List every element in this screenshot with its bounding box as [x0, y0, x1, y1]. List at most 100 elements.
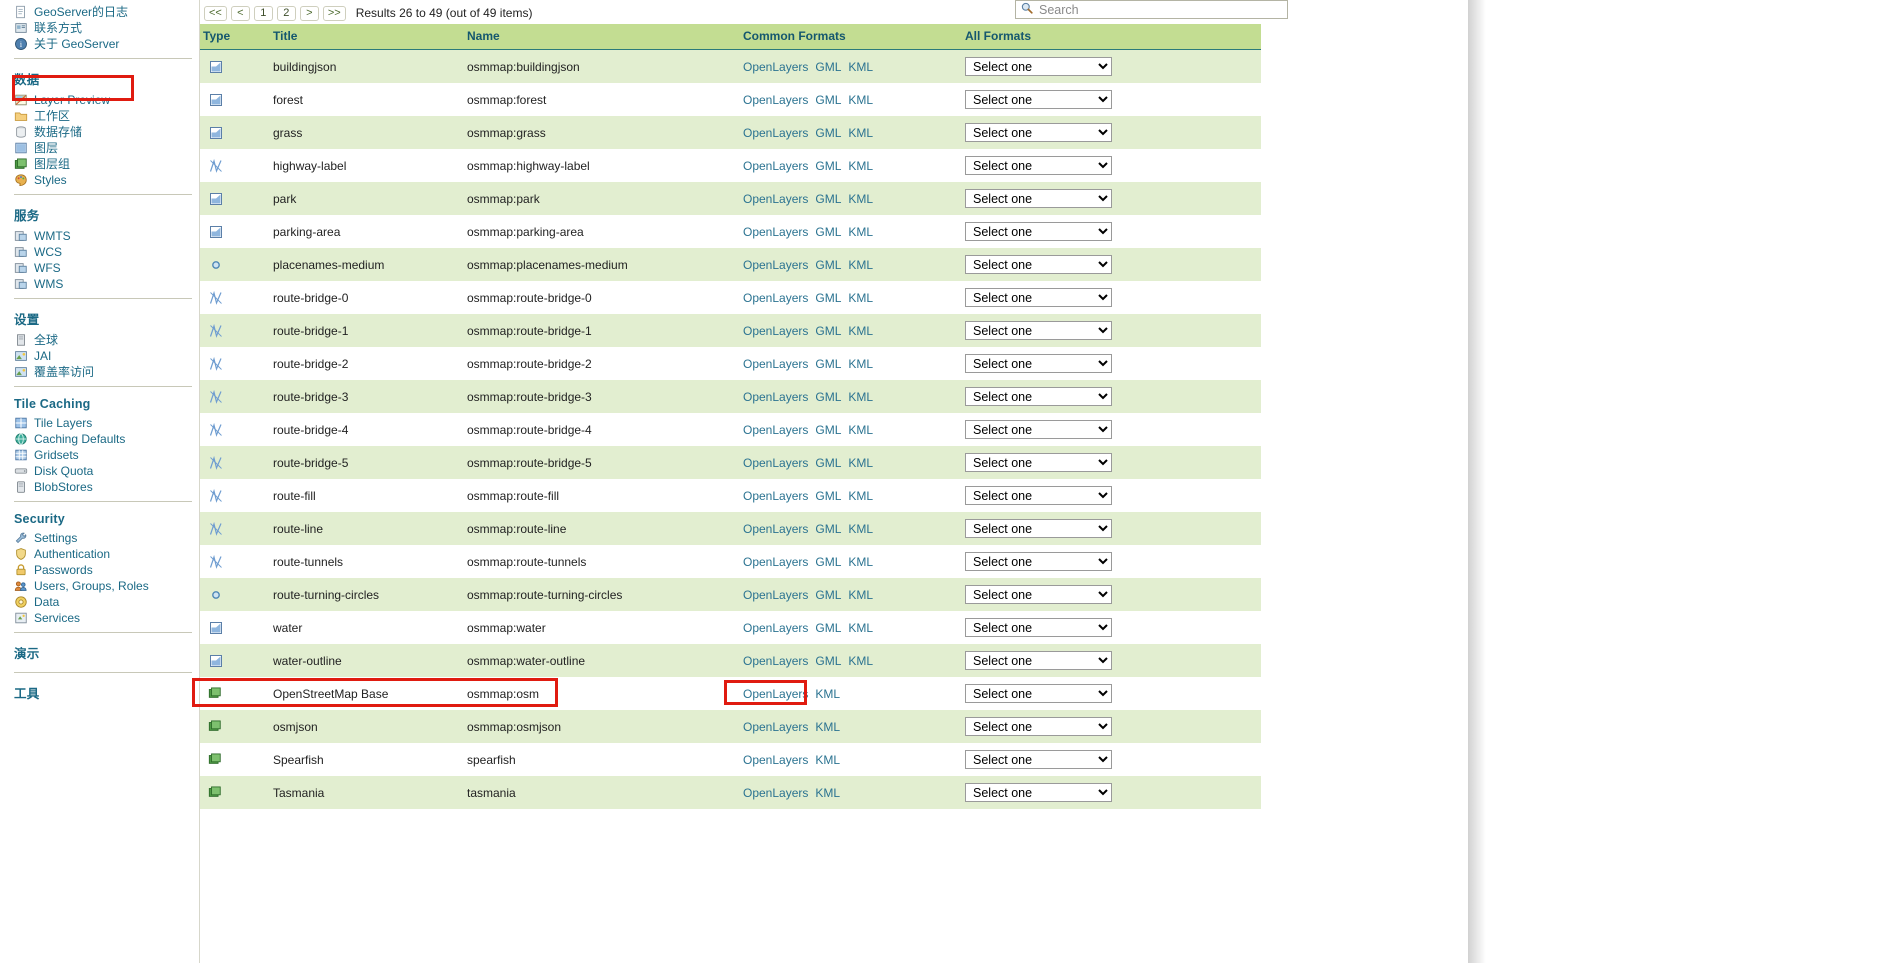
sidebar-item-disk-quota[interactable]: Disk Quota	[14, 463, 200, 479]
pagination-page-1-button[interactable]: 1	[253, 5, 273, 21]
format-link-gml[interactable]: GML	[815, 93, 841, 107]
sidebar-item-users-groups-roles[interactable]: Users, Groups, Roles	[14, 578, 200, 594]
all-formats-select[interactable]: Select one	[965, 750, 1112, 769]
sidebar-item-[interactable]: 数据存储	[14, 124, 200, 140]
sidebar-item-passwords[interactable]: Passwords	[14, 562, 200, 578]
all-formats-select[interactable]: Select one	[965, 618, 1112, 637]
format-link-openlayers[interactable]: OpenLayers	[743, 357, 808, 371]
format-link-gml[interactable]: GML	[815, 159, 841, 173]
format-link-kml[interactable]: KML	[848, 291, 873, 305]
sidebar-item-[interactable]: 联系方式	[14, 20, 200, 36]
format-link-gml[interactable]: GML	[815, 555, 841, 569]
sidebar-item-jai[interactable]: JAI	[14, 348, 200, 364]
format-link-kml[interactable]: KML	[848, 192, 873, 206]
all-formats-select[interactable]: Select one	[965, 585, 1112, 604]
format-link-openlayers[interactable]: OpenLayers	[743, 654, 808, 668]
format-link-kml[interactable]: KML	[848, 126, 873, 140]
format-link-kml[interactable]: KML	[848, 456, 873, 470]
format-link-gml[interactable]: GML	[815, 621, 841, 635]
format-link-openlayers[interactable]: OpenLayers	[743, 489, 808, 503]
format-link-openlayers[interactable]: OpenLayers	[743, 225, 808, 239]
format-link-kml[interactable]: KML	[848, 357, 873, 371]
sidebar-item-wmts[interactable]: WMTS	[14, 228, 200, 244]
format-link-openlayers[interactable]: OpenLayers	[743, 588, 808, 602]
format-link-openlayers[interactable]: OpenLayers	[743, 522, 808, 536]
format-link-kml[interactable]: KML	[848, 258, 873, 272]
pagination-last-button[interactable]: >>	[322, 5, 346, 21]
all-formats-select[interactable]: Select one	[965, 57, 1112, 76]
column-header-type[interactable]: Type	[200, 24, 272, 50]
format-link-openlayers[interactable]: OpenLayers	[743, 423, 808, 437]
format-link-gml[interactable]: GML	[815, 654, 841, 668]
format-link-gml[interactable]: GML	[815, 423, 841, 437]
pagination-first-button[interactable]: <<	[204, 5, 227, 21]
format-link-kml[interactable]: KML	[815, 753, 840, 767]
all-formats-select[interactable]: Select one	[965, 783, 1112, 802]
sidebar-item-geoserver[interactable]: GeoServer的日志	[14, 4, 200, 20]
format-link-kml[interactable]: KML	[848, 225, 873, 239]
format-link-openlayers[interactable]: OpenLayers	[743, 126, 808, 140]
format-link-gml[interactable]: GML	[815, 126, 841, 140]
all-formats-select[interactable]: Select one	[965, 486, 1112, 505]
format-link-openlayers[interactable]: OpenLayers	[743, 786, 808, 800]
sidebar-item-[interactable]: 图层组	[14, 156, 200, 172]
sidebar-item-styles[interactable]: Styles	[14, 172, 200, 188]
format-link-gml[interactable]: GML	[815, 324, 841, 338]
all-formats-select[interactable]: Select one	[965, 321, 1112, 340]
format-link-kml[interactable]: KML	[848, 60, 873, 74]
format-link-gml[interactable]: GML	[815, 192, 841, 206]
sidebar-item-geoserver[interactable]: i 关于 GeoServer	[14, 36, 200, 52]
format-link-openlayers[interactable]: OpenLayers	[743, 621, 808, 635]
column-header-title[interactable]: Title	[272, 24, 466, 50]
sidebar-item-wcs[interactable]: WCS	[14, 244, 200, 260]
format-link-gml[interactable]: GML	[815, 258, 841, 272]
format-link-openlayers[interactable]: OpenLayers	[743, 555, 808, 569]
pagination-page-2-button[interactable]: 2	[276, 5, 296, 21]
all-formats-select[interactable]: Select one	[965, 255, 1112, 274]
sidebar-item-gridsets[interactable]: Gridsets	[14, 447, 200, 463]
format-link-openlayers[interactable]: OpenLayers	[743, 753, 808, 767]
format-link-gml[interactable]: GML	[815, 357, 841, 371]
format-link-kml[interactable]: KML	[848, 489, 873, 503]
sidebar-item-caching-defaults[interactable]: Caching Defaults	[14, 431, 200, 447]
format-link-gml[interactable]: GML	[815, 291, 841, 305]
sidebar-item-[interactable]: 覆盖率访问	[14, 364, 200, 380]
all-formats-select[interactable]: Select one	[965, 222, 1112, 241]
sidebar-item-settings[interactable]: Settings	[14, 530, 200, 546]
format-link-kml[interactable]: KML	[848, 621, 873, 635]
format-link-openlayers[interactable]: OpenLayers	[743, 258, 808, 272]
format-link-kml[interactable]: KML	[848, 159, 873, 173]
sidebar-item-wfs[interactable]: WFS	[14, 260, 200, 276]
format-link-openlayers[interactable]: OpenLayers	[743, 324, 808, 338]
sidebar-item-[interactable]: 工作区	[14, 108, 200, 124]
sidebar-item-data[interactable]: Data	[14, 594, 200, 610]
format-link-gml[interactable]: GML	[815, 588, 841, 602]
column-header-name[interactable]: Name	[466, 24, 742, 50]
format-link-kml[interactable]: KML	[848, 522, 873, 536]
format-link-gml[interactable]: GML	[815, 489, 841, 503]
format-link-kml[interactable]: KML	[815, 720, 840, 734]
format-link-kml[interactable]: KML	[848, 390, 873, 404]
sidebar-item-[interactable]: 全球	[14, 332, 200, 348]
format-link-kml[interactable]: KML	[848, 324, 873, 338]
pagination-prev-button[interactable]: <	[230, 5, 250, 21]
all-formats-select[interactable]: Select one	[965, 387, 1112, 406]
format-link-openlayers[interactable]: OpenLayers	[743, 159, 808, 173]
format-link-openlayers[interactable]: OpenLayers	[743, 93, 808, 107]
search-input[interactable]	[1037, 1, 1271, 18]
format-link-kml[interactable]: KML	[848, 588, 873, 602]
all-formats-select[interactable]: Select one	[965, 651, 1112, 670]
format-link-kml[interactable]: KML	[848, 555, 873, 569]
search-box[interactable]	[1015, 0, 1288, 19]
all-formats-select[interactable]: Select one	[965, 123, 1112, 142]
sidebar-item-tile-layers[interactable]: Tile Layers	[14, 415, 200, 431]
format-link-openlayers[interactable]: OpenLayers	[743, 291, 808, 305]
format-link-gml[interactable]: GML	[815, 522, 841, 536]
format-link-openlayers[interactable]: OpenLayers	[743, 60, 808, 74]
format-link-gml[interactable]: GML	[815, 60, 841, 74]
format-link-kml[interactable]: KML	[848, 93, 873, 107]
all-formats-select[interactable]: Select one	[965, 552, 1112, 571]
sidebar-item-layer-preview[interactable]: Layer Preview	[14, 92, 200, 108]
pagination-next-button[interactable]: >	[299, 5, 319, 21]
sidebar-item-wms[interactable]: WMS	[14, 276, 200, 292]
